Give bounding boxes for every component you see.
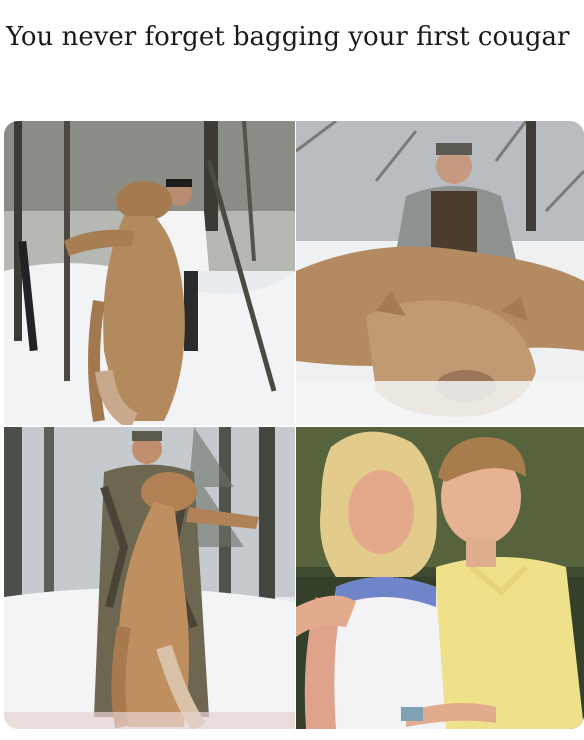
photo-grid	[4, 121, 584, 729]
photo-hunter-holding-cougar-2	[4, 427, 295, 729]
photo-woman-with-young-man	[296, 427, 584, 729]
photo-hunter-holding-cougar-1	[4, 121, 295, 425]
meme-caption: You never forget bagging your first coug…	[6, 22, 570, 52]
photo-hunter-kneeling-with-cougar	[296, 121, 584, 425]
